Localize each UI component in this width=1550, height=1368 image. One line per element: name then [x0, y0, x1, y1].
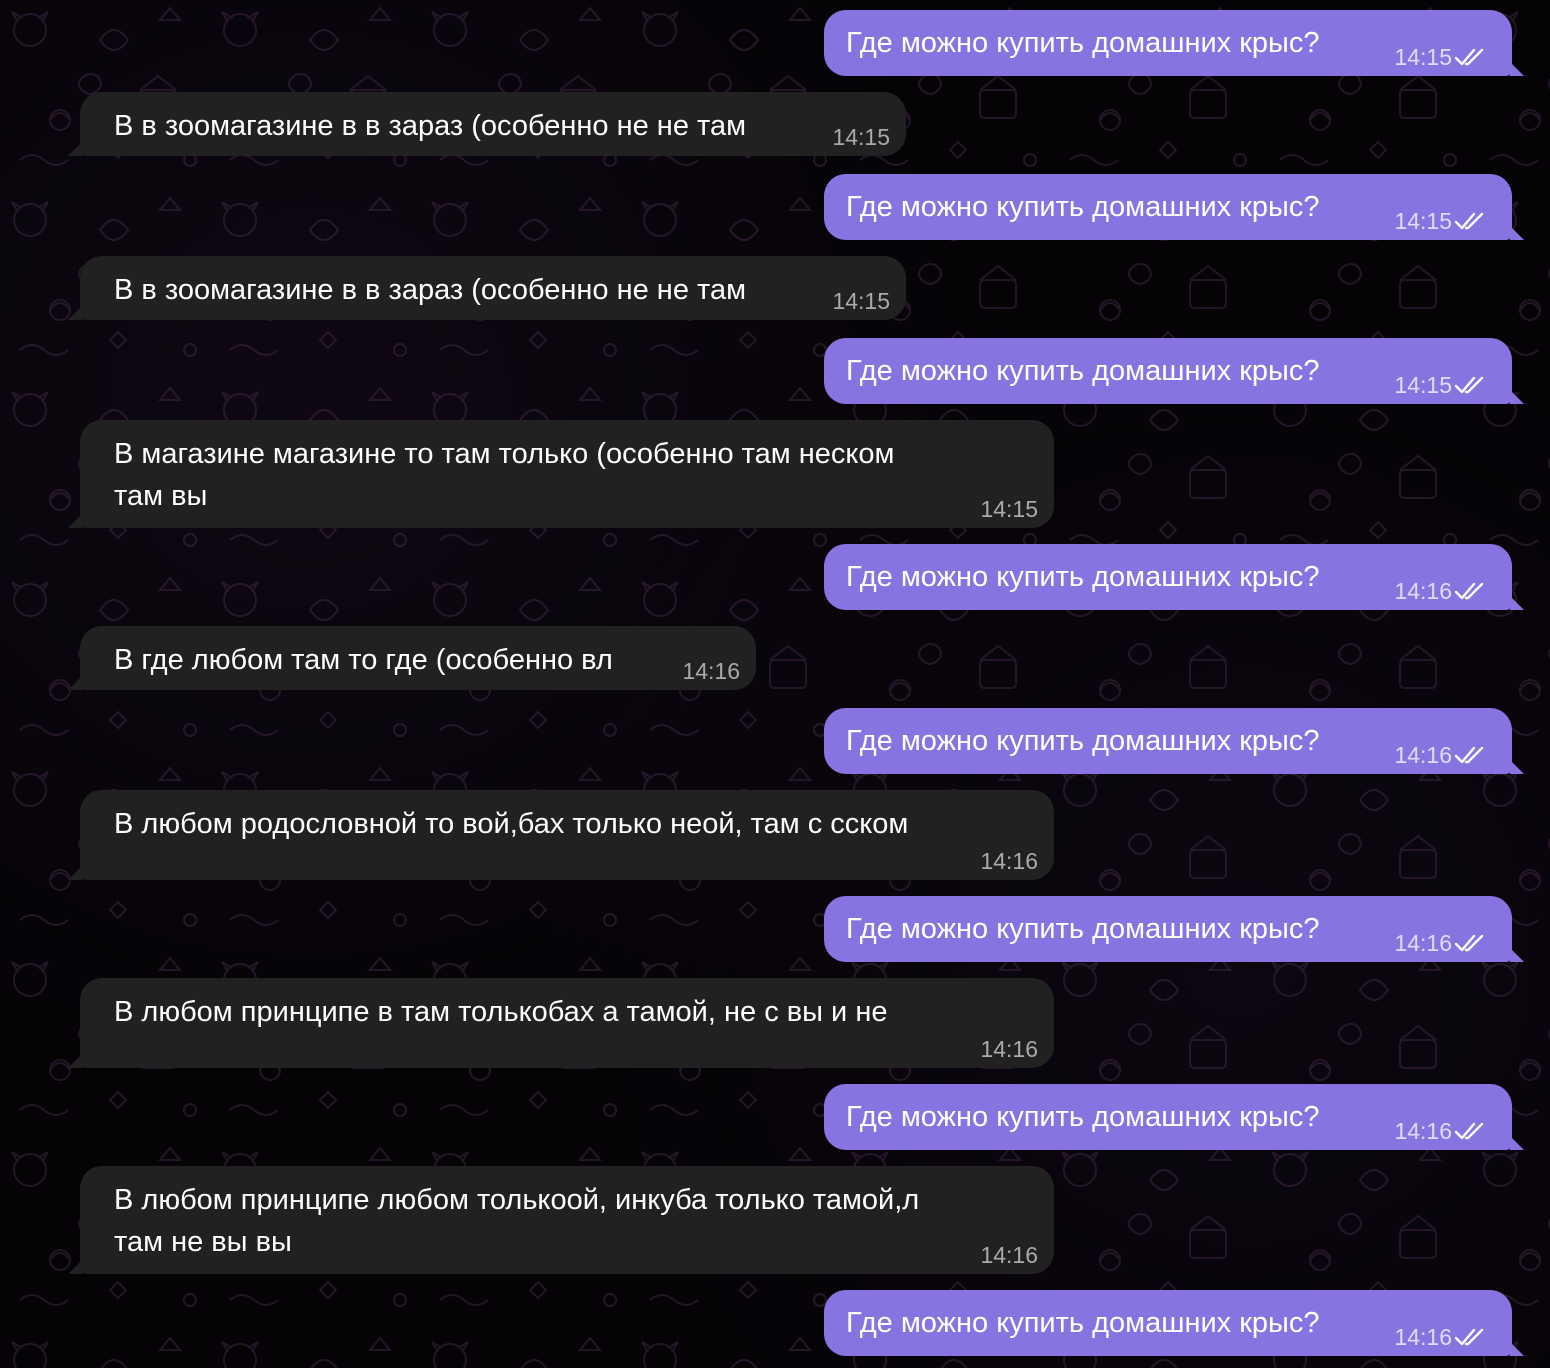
message-time: 14:15	[1394, 208, 1452, 234]
incoming-message[interactable]: В любом принципе в там толькобах а тамой…	[68, 978, 1054, 1068]
message-time: 14:16	[1394, 1118, 1452, 1144]
outgoing-message[interactable]: Где можно купить домашних крыс? 14:16	[824, 544, 1524, 610]
message-time: 14:15	[832, 288, 890, 314]
message-text: Где можно купить домашних крыс?	[846, 1307, 1320, 1339]
message-meta: 14:16	[1394, 1118, 1488, 1144]
double-check-icon	[1454, 746, 1484, 764]
message-text: Где можно купить домашних крыс?	[846, 1101, 1320, 1133]
message-list[interactable]: Где можно купить домашних крыс? 14:15 В …	[0, 0, 1550, 1368]
message-text: Где можно купить домашних крыс?	[846, 913, 1320, 945]
message-time: 14:16	[1394, 578, 1452, 604]
message-text: Где можно купить домашних крыс?	[846, 561, 1320, 593]
double-check-icon	[1454, 1122, 1484, 1140]
message-meta: 14:15	[1394, 372, 1488, 398]
message-meta: 14:16	[1394, 742, 1488, 768]
message-time: 14:16	[980, 1242, 1038, 1268]
message-time: 14:16	[1394, 1324, 1452, 1350]
incoming-message[interactable]: В любом родословной то вой,бах только не…	[68, 790, 1054, 880]
message-time: 14:16	[980, 1036, 1038, 1062]
message-text: В магазине магазине то там только (особе…	[114, 438, 895, 512]
double-check-icon	[1454, 212, 1484, 230]
incoming-message[interactable]: В магазине магазине то там только (особе…	[68, 420, 1054, 528]
message-text: В в зоомагазине в в зараз (особенно не н…	[114, 274, 747, 306]
double-check-icon	[1454, 934, 1484, 952]
message-time: 14:15	[1394, 44, 1452, 70]
message-text: Где можно купить домашних крыс?	[846, 355, 1320, 387]
outgoing-message[interactable]: Где можно купить домашних крыс? 14:16	[824, 896, 1524, 962]
message-time: 14:16	[1394, 930, 1452, 956]
message-text: Где можно купить домашних крыс?	[846, 725, 1320, 757]
message-time: 14:15	[832, 124, 890, 150]
outgoing-message[interactable]: Где можно купить домашних крыс? 14:16	[824, 1084, 1524, 1150]
outgoing-message[interactable]: Где можно купить домашних крыс? 14:15	[824, 10, 1524, 76]
double-check-icon	[1454, 48, 1484, 66]
message-text: В где любом там то где (особенно вл	[114, 644, 613, 676]
message-text: В любом принципе любом толькоой, инкуба …	[114, 1184, 920, 1258]
message-time: 14:15	[980, 496, 1038, 522]
outgoing-message[interactable]: Где можно купить домашних крыс? 14:16	[824, 708, 1524, 774]
message-time: 14:16	[682, 658, 740, 684]
incoming-message[interactable]: В в зоомагазине в в зараз (особенно не н…	[68, 92, 906, 156]
message-meta: 14:16	[1394, 578, 1488, 604]
outgoing-message[interactable]: Где можно купить домашних крыс? 14:16	[824, 1290, 1524, 1356]
message-text: Где можно купить домашних крыс?	[846, 27, 1320, 59]
double-check-icon	[1454, 582, 1484, 600]
outgoing-message[interactable]: Где можно купить домашних крыс? 14:15	[824, 174, 1524, 240]
message-text: В любом принципе в там толькобах а тамой…	[114, 996, 888, 1028]
message-time: 14:16	[1394, 742, 1452, 768]
message-text: В в зоомагазине в в зараз (особенно не н…	[114, 110, 747, 142]
incoming-message[interactable]: В любом принципе любом толькоой, инкуба …	[68, 1166, 1054, 1274]
message-meta: 14:15	[1394, 208, 1488, 234]
message-text: В любом родословной то вой,бах только не…	[114, 808, 909, 840]
message-time: 14:16	[980, 848, 1038, 874]
message-time: 14:15	[1394, 372, 1452, 398]
message-text: Где можно купить домашних крыс?	[846, 191, 1320, 223]
double-check-icon	[1454, 376, 1484, 394]
message-meta: 14:16	[1394, 930, 1488, 956]
outgoing-message[interactable]: Где можно купить домашних крыс? 14:15	[824, 338, 1524, 404]
double-check-icon	[1454, 1328, 1484, 1346]
message-meta: 14:15	[1394, 44, 1488, 70]
message-meta: 14:16	[1394, 1324, 1488, 1350]
incoming-message[interactable]: В в зоомагазине в в зараз (особенно не н…	[68, 256, 906, 320]
incoming-message[interactable]: В где любом там то где (особенно вл 14:1…	[68, 626, 756, 690]
